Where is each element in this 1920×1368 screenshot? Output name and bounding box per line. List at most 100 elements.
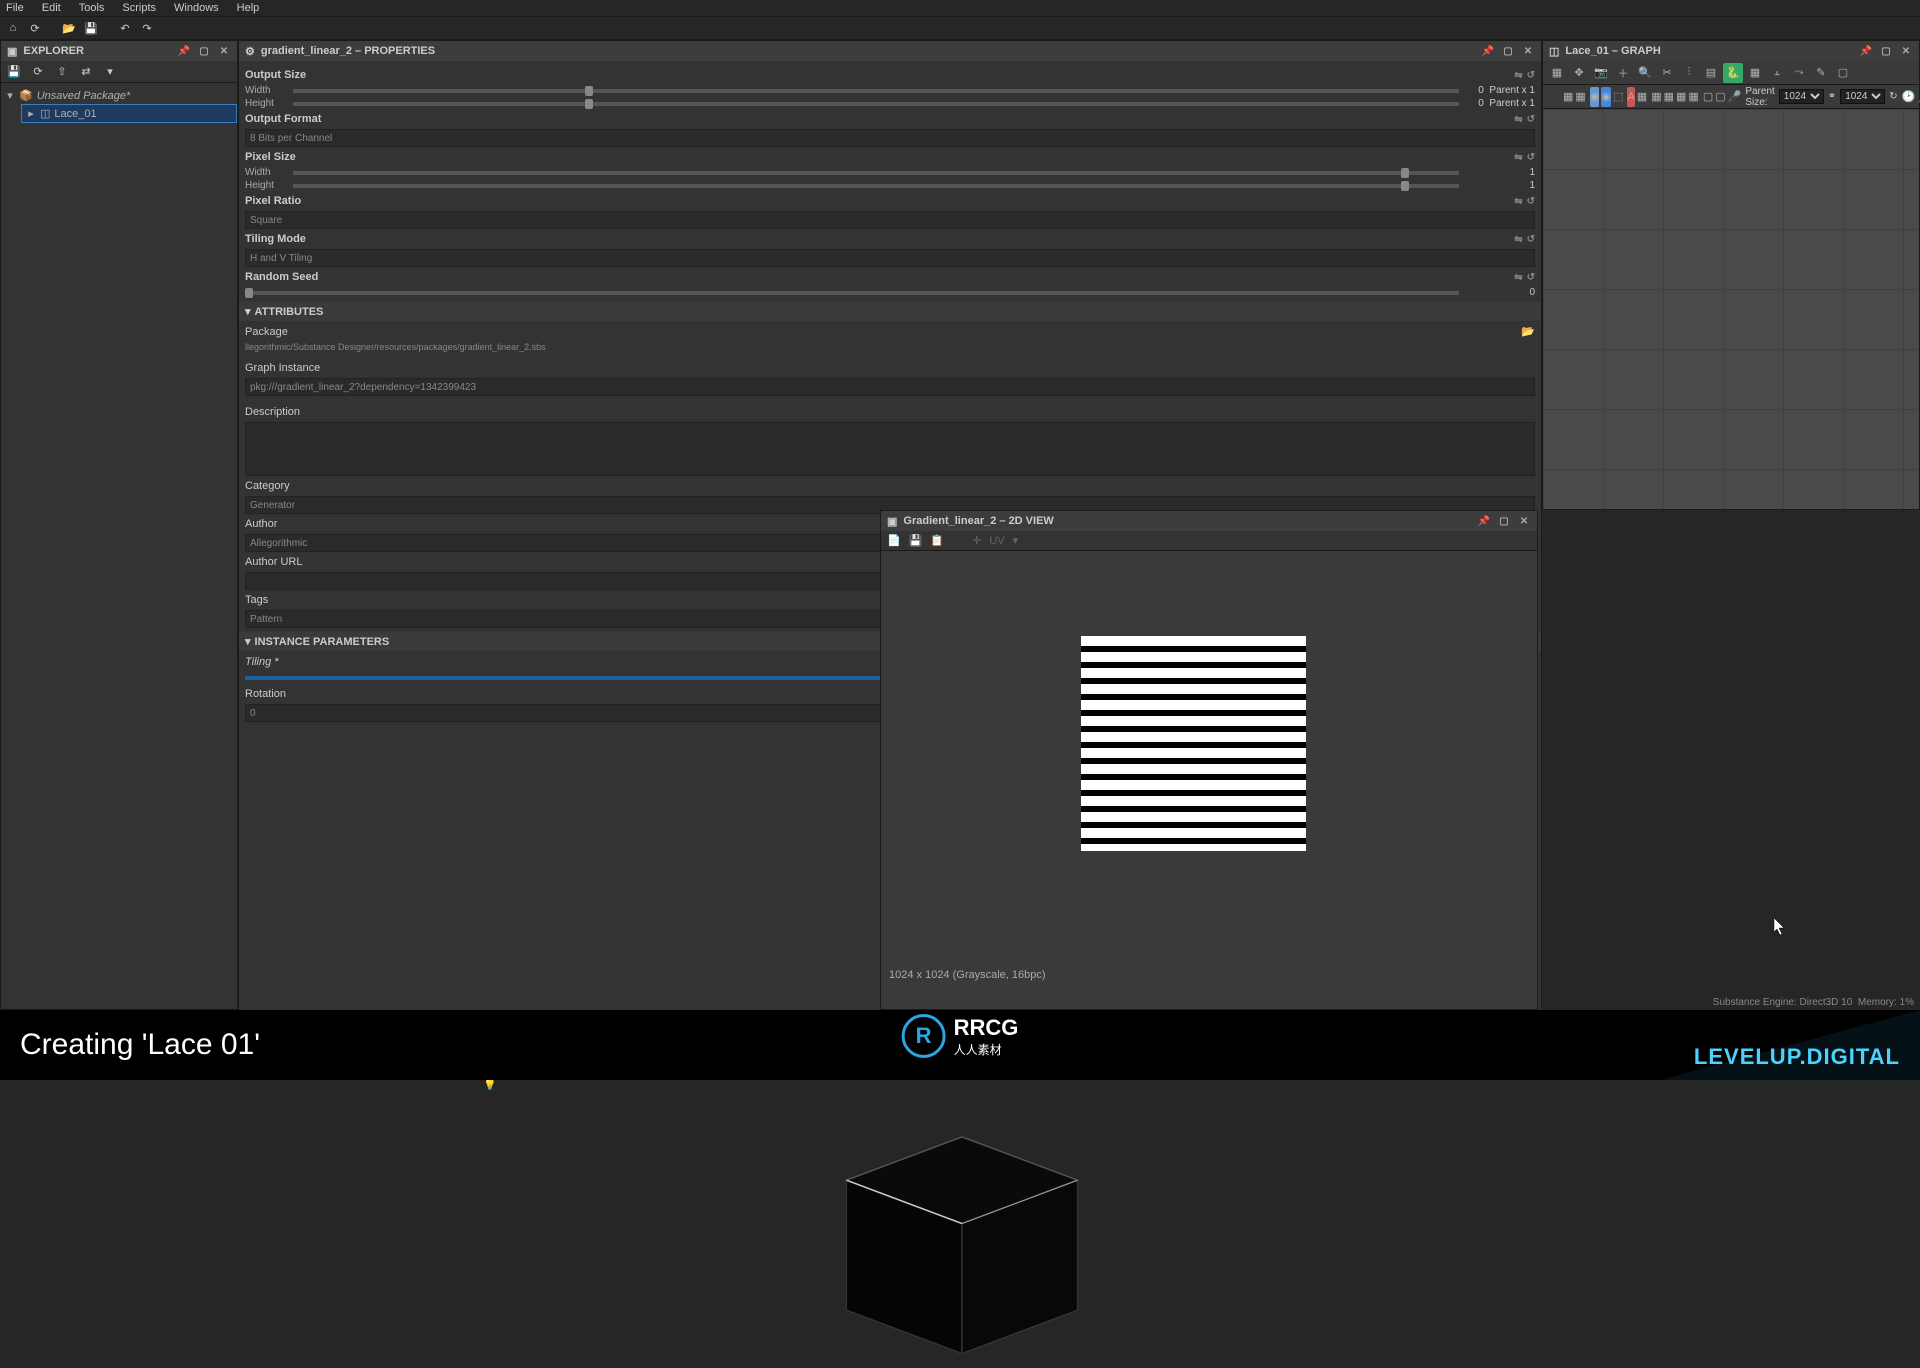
reset-icon[interactable]: ↺ bbox=[1527, 152, 1535, 163]
reset-icon[interactable]: ↺ bbox=[1527, 70, 1535, 81]
pixel-height-slider[interactable] bbox=[293, 184, 1459, 188]
move-icon[interactable]: ✥ bbox=[1569, 63, 1589, 83]
graph-canvas[interactable]: Gradient Linear 2 1024x1024 - L16 0.96ms… bbox=[1543, 109, 1919, 509]
select-icon[interactable]: ▦ bbox=[1547, 63, 1567, 83]
reset-icon[interactable]: ↺ bbox=[1527, 196, 1535, 207]
grid-icon[interactable]: ▦ bbox=[1745, 63, 1765, 83]
copy-icon[interactable]: 📋 bbox=[930, 534, 944, 547]
reset-icon[interactable]: ↻ bbox=[1889, 91, 1897, 102]
open-icon[interactable]: 📂 bbox=[60, 19, 78, 37]
description-field[interactable] bbox=[245, 422, 1535, 476]
connect-icon[interactable]: ⤳ bbox=[1789, 63, 1809, 83]
pin-icon[interactable]: 📌 bbox=[1481, 44, 1495, 58]
dir-warp-icon[interactable]: ⬚ bbox=[1613, 87, 1623, 107]
menu-file[interactable]: File bbox=[6, 2, 24, 14]
reset-icon[interactable]: ↺ bbox=[1527, 272, 1535, 283]
pin-icon[interactable]: 📌 bbox=[177, 44, 191, 58]
input-icon[interactable]: ▢ bbox=[1703, 87, 1713, 107]
python-icon[interactable]: 🐍 bbox=[1723, 63, 1743, 83]
explorer-title: EXPLORER bbox=[23, 45, 84, 57]
menu-scripts[interactable]: Scripts bbox=[122, 2, 156, 14]
pixel-ratio-field[interactable] bbox=[245, 211, 1535, 229]
inherit-icon[interactable]: ⇋ bbox=[1514, 152, 1522, 163]
pixel-width-slider[interactable] bbox=[293, 171, 1459, 175]
hsl-icon[interactable]: ▦ bbox=[1637, 87, 1647, 107]
home-icon[interactable]: ⌂ bbox=[4, 19, 22, 37]
reset-icon[interactable]: ↺ bbox=[1527, 234, 1535, 245]
menu-help[interactable]: Help bbox=[237, 2, 260, 14]
save-icon[interactable]: 💾 bbox=[82, 19, 100, 37]
timing-icon[interactable]: 🕑 bbox=[1902, 87, 1916, 107]
inherit-icon[interactable]: ⇋ bbox=[1514, 196, 1522, 207]
close-icon[interactable]: ✕ bbox=[1521, 44, 1535, 58]
view2d-viewport[interactable]: 1024 x 1024 (Grayscale, 16bpc) bbox=[881, 551, 1537, 1009]
uv-label[interactable]: UV bbox=[989, 535, 1004, 547]
random-seed-slider[interactable] bbox=[245, 291, 1459, 295]
crosshair-icon[interactable]: ✛ bbox=[972, 534, 981, 547]
width-slider[interactable] bbox=[293, 89, 1459, 93]
inherit-icon[interactable]: ⇋ bbox=[1514, 114, 1522, 125]
parent-size-select-1[interactable]: 1024 bbox=[1779, 89, 1824, 104]
blend-icon[interactable]: ▦ bbox=[1664, 87, 1674, 107]
height-slider[interactable] bbox=[293, 102, 1459, 106]
inherit-icon[interactable]: ⇋ bbox=[1514, 272, 1522, 283]
reset-icon[interactable]: ↺ bbox=[1527, 114, 1535, 125]
save-icon[interactable]: 💾 bbox=[5, 63, 23, 81]
save-icon[interactable]: 📄 bbox=[887, 534, 901, 547]
close-icon[interactable]: ✕ bbox=[217, 44, 231, 58]
pin-icon[interactable]: 📌 bbox=[1859, 44, 1873, 58]
frame-icon[interactable]: ▢ bbox=[1833, 63, 1853, 83]
caret-right-icon[interactable]: ▸ bbox=[26, 107, 36, 120]
chevron-down-icon[interactable]: ▾ bbox=[1013, 534, 1019, 547]
output-icon[interactable]: ▦ bbox=[1688, 87, 1698, 107]
levels-icon[interactable]: A bbox=[1627, 87, 1634, 107]
export-icon[interactable]: 💾 bbox=[909, 534, 923, 547]
close-icon[interactable]: ✕ bbox=[1517, 514, 1531, 528]
maximize-icon[interactable]: ▢ bbox=[1497, 514, 1511, 528]
maximize-icon[interactable]: ▢ bbox=[1879, 44, 1893, 58]
snap-icon[interactable]: ▤ bbox=[1701, 63, 1721, 83]
normal-icon[interactable]: ◉ bbox=[1590, 87, 1600, 107]
tiling-mode-field[interactable] bbox=[245, 249, 1535, 267]
browse-icon[interactable]: 📂 bbox=[1521, 325, 1535, 338]
blur-icon[interactable]: ◉ bbox=[1601, 87, 1611, 107]
package-row[interactable]: ▾ 📦 Unsaved Package* bbox=[1, 87, 237, 104]
menu-tools[interactable]: Tools bbox=[79, 2, 105, 14]
wand-icon[interactable]: ✎ bbox=[1811, 63, 1831, 83]
transform-icon[interactable]: ▦ bbox=[1676, 87, 1686, 107]
comment-icon[interactable]: 🎤 bbox=[1728, 87, 1742, 107]
parent-size-select-2[interactable]: 1024 bbox=[1840, 89, 1885, 104]
graph-item-row[interactable]: ▸ ◫ Lace_01 bbox=[21, 104, 237, 123]
close-icon[interactable]: ✕ bbox=[1899, 44, 1913, 58]
zoom-out-icon[interactable]: 🔍 bbox=[1635, 63, 1655, 83]
caret-down-icon[interactable]: ▾ bbox=[5, 89, 15, 102]
chevron-down-icon[interactable]: ▾ bbox=[101, 63, 119, 81]
output-format-field[interactable] bbox=[245, 129, 1535, 147]
inherit-icon[interactable]: ⇋ bbox=[1514, 234, 1522, 245]
output2-icon[interactable]: ▢ bbox=[1715, 87, 1725, 107]
layout-icon[interactable]: ⫠ bbox=[1767, 63, 1787, 83]
menu-windows[interactable]: Windows bbox=[174, 2, 219, 14]
grayscale-icon[interactable]: ▦ bbox=[1651, 87, 1661, 107]
align-icon[interactable]: ⫶ bbox=[1679, 63, 1699, 83]
cut-icon[interactable]: ✂ bbox=[1657, 63, 1677, 83]
tile-rand-icon[interactable]: ▦ bbox=[1575, 87, 1585, 107]
graph-instance-field[interactable] bbox=[245, 378, 1535, 396]
reload-icon[interactable]: ⟳ bbox=[29, 63, 47, 81]
maximize-icon[interactable]: ▢ bbox=[197, 44, 211, 58]
link-icon[interactable]: ⚭ bbox=[1828, 91, 1836, 102]
pin-icon[interactable]: 📌 bbox=[1477, 514, 1491, 528]
inherit-icon[interactable]: ⇋ bbox=[1514, 70, 1522, 81]
author-url-label: Author URL bbox=[245, 556, 302, 568]
undo-icon[interactable]: ↶ bbox=[116, 19, 134, 37]
refresh-icon[interactable]: ⟳ bbox=[26, 19, 44, 37]
tile-gen-icon[interactable]: ▦ bbox=[1563, 87, 1573, 107]
export-icon[interactable]: ⇧ bbox=[53, 63, 71, 81]
maximize-icon[interactable]: ▢ bbox=[1501, 44, 1515, 58]
redo-icon[interactable]: ↷ bbox=[138, 19, 156, 37]
camera-icon[interactable]: 📷 bbox=[1591, 63, 1611, 83]
menu-edit[interactable]: Edit bbox=[42, 2, 61, 14]
link-icon[interactable]: ⇄ bbox=[77, 63, 95, 81]
zoom-in-icon[interactable]: ＋ bbox=[1613, 63, 1633, 83]
attributes-header[interactable]: ▾ATTRIBUTES bbox=[239, 302, 1541, 321]
